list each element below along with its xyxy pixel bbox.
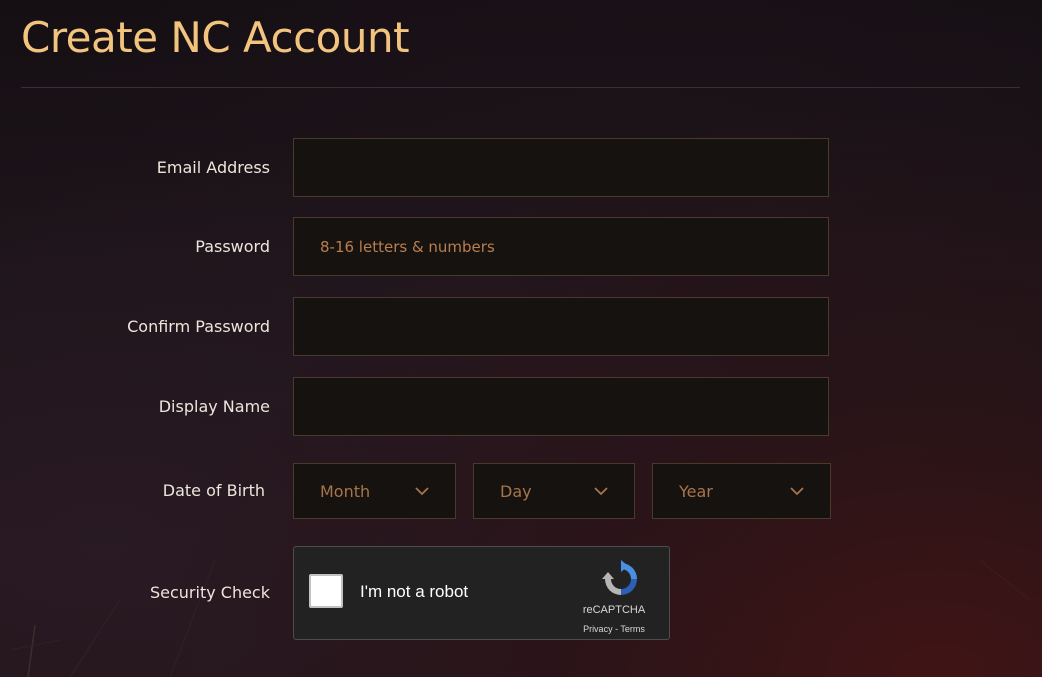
- chevron-down-icon: [790, 487, 804, 496]
- day-select[interactable]: Day: [473, 463, 635, 519]
- title-divider: [21, 87, 1020, 88]
- month-select-value: Month: [320, 481, 371, 501]
- recaptcha-links: Privacy - Terms: [564, 624, 664, 634]
- recaptcha-checkbox-label: I'm not a robot: [360, 582, 469, 601]
- month-select[interactable]: Month: [293, 463, 456, 519]
- year-select-value: Year: [679, 481, 713, 501]
- recaptcha-widget: I'm not a robot reCAPTCHA Privacy - Term…: [293, 546, 670, 640]
- recaptcha-brand: reCAPTCHA: [582, 604, 646, 616]
- confirm-password-label: Confirm Password: [127, 317, 270, 336]
- year-select[interactable]: Year: [652, 463, 831, 519]
- recaptcha-logo-icon: [602, 560, 637, 595]
- password-field[interactable]: [293, 217, 829, 276]
- confirm-password-field[interactable]: [293, 297, 829, 356]
- date-of-birth-label: Date of Birth: [162, 481, 265, 500]
- display-name-field[interactable]: [293, 377, 829, 436]
- chevron-down-icon: [594, 487, 608, 496]
- email-label: Email Address: [156, 158, 270, 177]
- terms-link[interactable]: Terms: [620, 624, 645, 634]
- recaptcha-checkbox[interactable]: [309, 574, 343, 608]
- privacy-link[interactable]: Privacy: [583, 624, 613, 634]
- password-label: Password: [195, 237, 270, 256]
- email-field[interactable]: [293, 138, 829, 197]
- security-check-label: Security Check: [149, 583, 270, 602]
- page-title: Create NC Account: [21, 13, 410, 62]
- chevron-down-icon: [415, 487, 429, 496]
- display-name-label: Display Name: [158, 397, 270, 416]
- day-select-value: Day: [500, 481, 532, 501]
